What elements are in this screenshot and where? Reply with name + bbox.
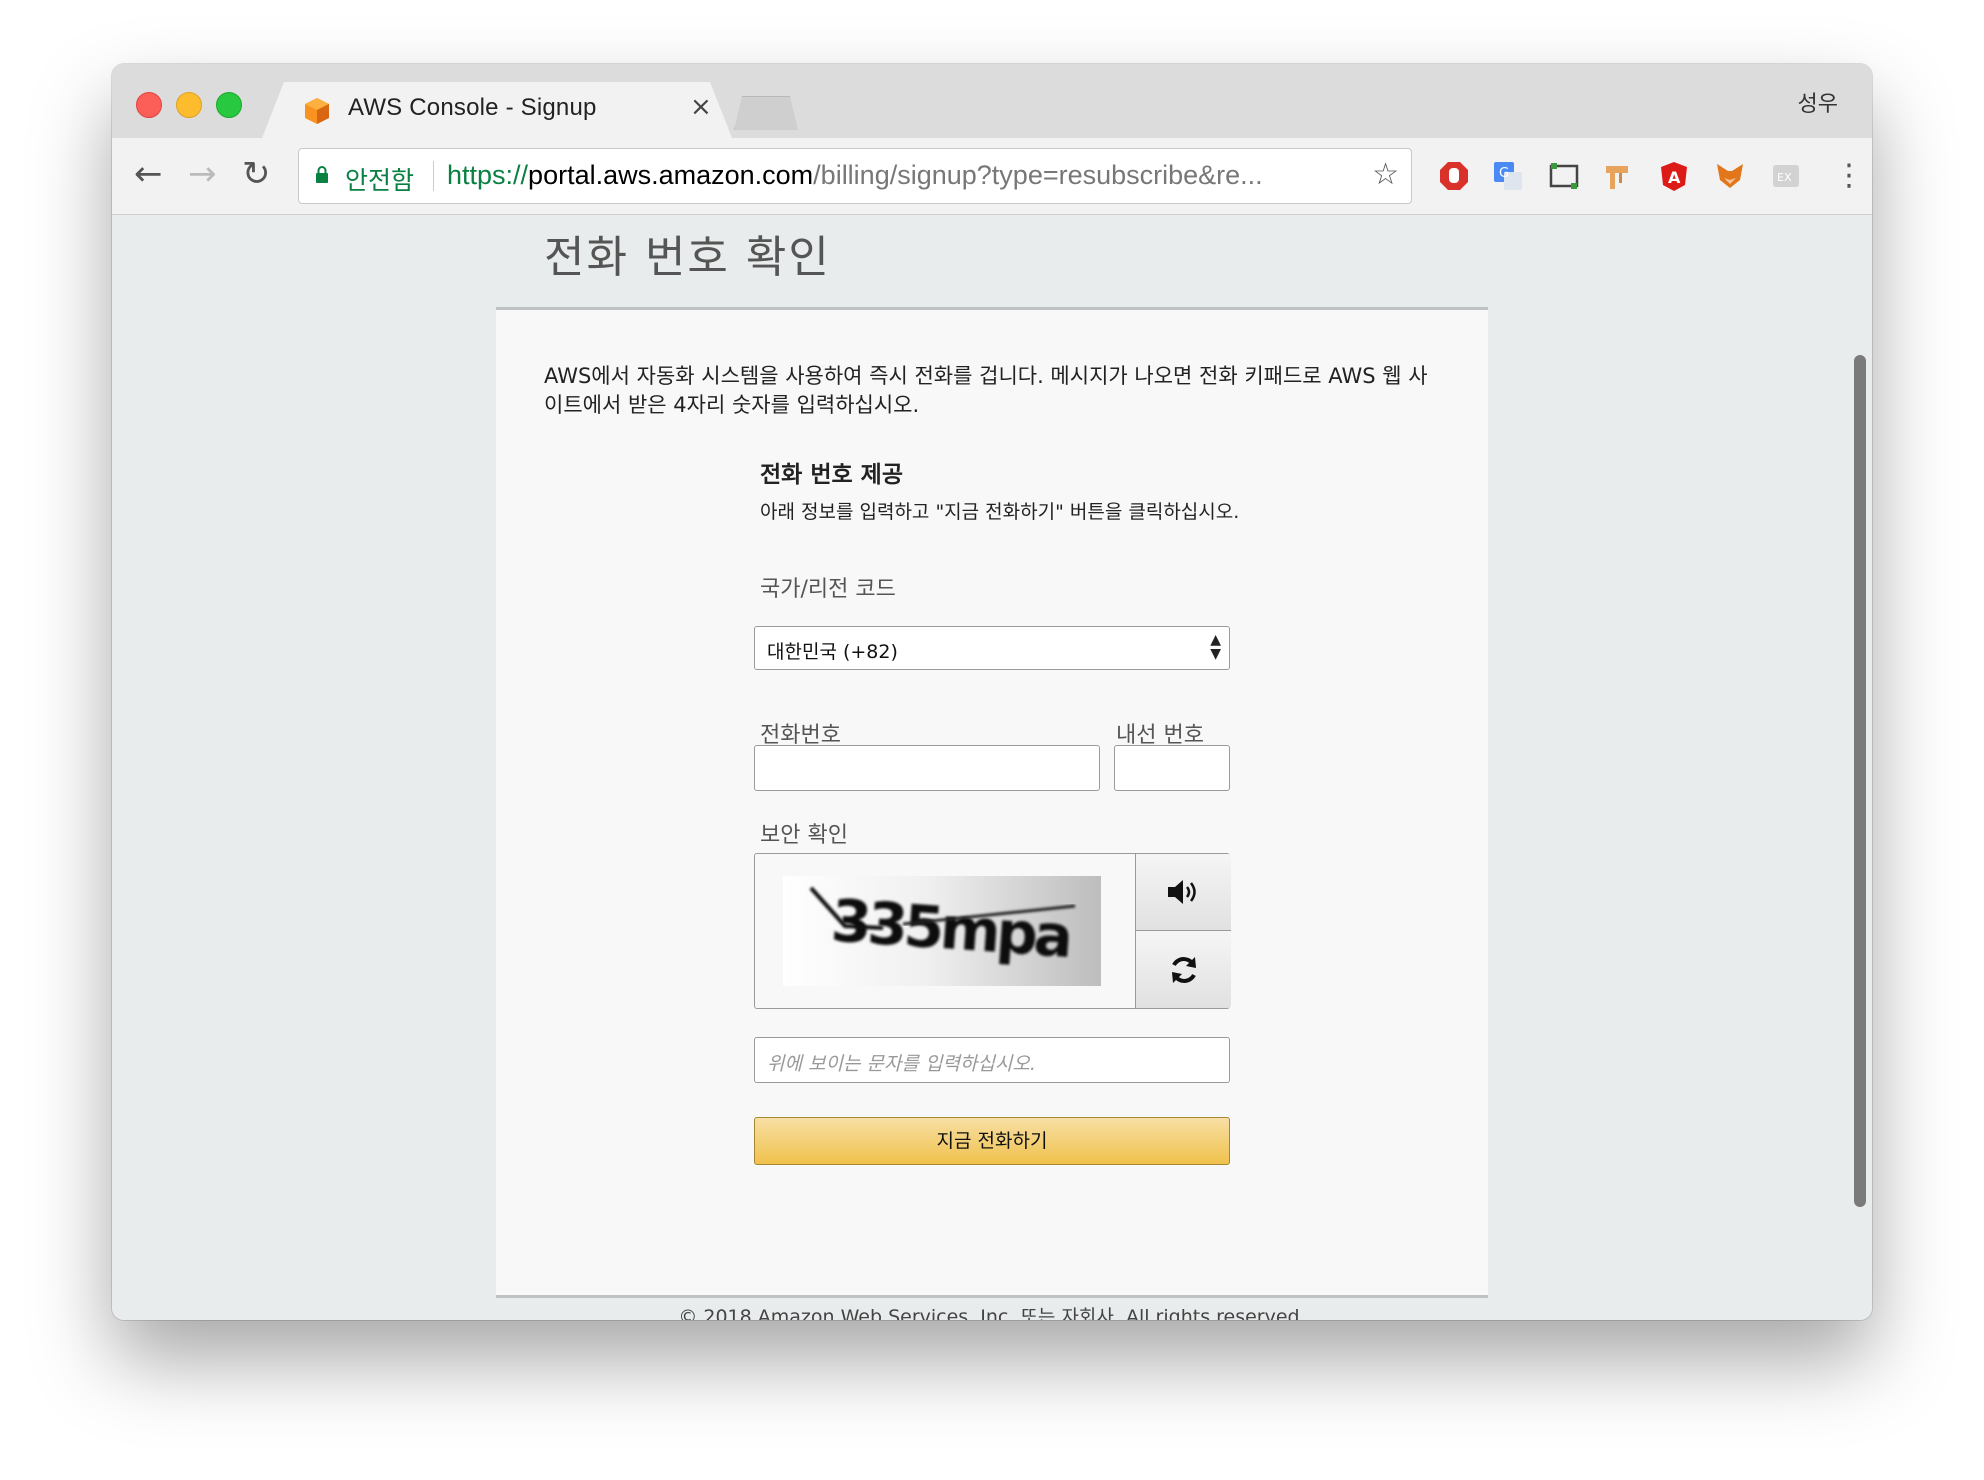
refresh-captcha-button[interactable] [1135,931,1231,1008]
vertical-scrollbar[interactable] [1854,355,1866,1207]
screenshot-icon[interactable] [1548,160,1580,192]
select-arrows-icon: ▲ ▼ [1210,632,1221,662]
reload-icon[interactable]: ↻ [242,154,271,194]
extension-input[interactable] [1114,745,1230,791]
phone-input[interactable] [754,745,1100,791]
svg-text:A: A [1668,168,1681,187]
captcha-image: 335mpa [783,876,1101,986]
verification-card: AWS에서 자동화 시스템을 사용하여 즉시 전화를 겁니다. 메시지가 나오면… [496,307,1488,1298]
captcha-placeholder: 위에 보이는 문자를 입력하십시오. [767,1053,1036,1075]
ublock-icon[interactable] [1438,160,1470,192]
intro-text: AWS에서 자동화 시스템을 사용하여 즉시 전화를 겁니다. 메시지가 나오면… [544,364,1428,417]
forward-icon[interactable]: → [188,154,217,194]
tab-strip: AWS Console - Signup × 성우 [112,64,1872,138]
svg-text:EX: EX [1777,171,1792,184]
back-icon[interactable]: ← [134,154,163,194]
audio-captcha-button[interactable] [1135,854,1231,931]
angular-icon[interactable]: A [1658,160,1690,192]
captcha-box: 335mpa [754,853,1231,1009]
url-host: portal.aws.amazon.com [528,160,814,190]
close-window-button[interactable] [136,92,162,118]
browser-window: AWS Console - Signup × 성우 ← → ↻ 안전함 http… [112,64,1872,1320]
address-bar[interactable]: 안전함 https://portal.aws.amazon.com/billin… [298,148,1412,204]
call-now-button[interactable]: 지금 전화하기 [754,1117,1230,1165]
speaker-icon [1167,880,1196,904]
secure-label: 안전함 [345,167,415,195]
page-title: 전화 번호 확인 [544,232,831,283]
new-tab-button[interactable] [734,96,798,130]
zoom-window-button[interactable] [216,92,242,118]
extension-ex-icon[interactable]: EX [1770,160,1802,192]
url-text[interactable]: https://portal.aws.amazon.com/billing/si… [447,160,1263,191]
url-scheme: https:// [447,160,529,190]
security-label: 보안 확인 [760,823,848,848]
wappalyzer-icon[interactable] [1602,160,1634,192]
country-select[interactable]: 대한민국 (+82) ▲ ▼ [754,626,1230,670]
refresh-icon [1171,956,1196,983]
menu-icon[interactable]: ⋮ [1834,156,1864,196]
omnibox-divider [433,161,434,191]
section-title: 전화 번호 제공 [760,462,903,488]
star-icon[interactable]: ☆ [1372,157,1399,192]
country-label: 국가/리전 코드 [760,577,896,602]
form-hint: 아래 정보를 입력하고 "지금 전화하기" 버튼을 클릭하십시오. [760,501,1240,523]
browser-toolbar: ← → ↻ 안전함 https://portal.aws.amazon.com/… [112,138,1872,215]
footer-copyright: © 2018 Amazon Web Services, Inc. 또는 자회사.… [678,1306,1306,1320]
svg-text:G: G [1499,166,1509,181]
lock-icon [316,166,328,183]
google-translate-icon[interactable]: G [1492,160,1524,192]
tab-close-icon[interactable]: × [690,92,712,122]
profile-name[interactable]: 성우 [1798,86,1838,118]
url-path: /billing/signup?type=resubscribe&re... [813,160,1263,190]
tab-title: AWS Console - Signup [348,94,597,121]
tab-aws-console[interactable]: AWS Console - Signup × [262,82,732,138]
page-viewport: 전화 번호 확인 AWS에서 자동화 시스템을 사용하여 즉시 전화를 겁니다.… [112,215,1872,1320]
aws-cube-icon [305,98,329,124]
country-value: 대한민국 (+82) [767,641,898,663]
metamask-icon[interactable] [1714,160,1746,192]
captcha-input[interactable]: 위에 보이는 문자를 입력하십시오. [754,1037,1230,1083]
minimize-window-button[interactable] [176,92,202,118]
